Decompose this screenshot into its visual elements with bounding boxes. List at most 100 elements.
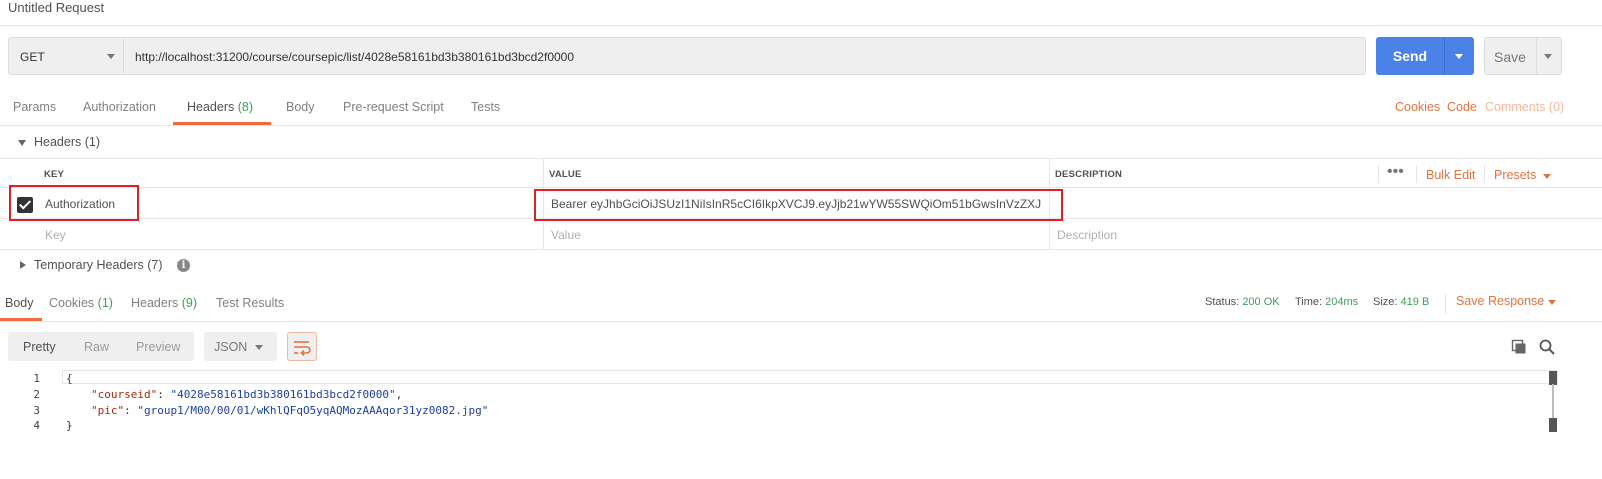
- tab-headers-label: Headers: [187, 100, 235, 114]
- method-select[interactable]: GET: [8, 37, 124, 75]
- status-separator: [1445, 294, 1446, 314]
- raw-mode-button[interactable]: Raw: [84, 340, 109, 354]
- time-label: Time:: [1295, 296, 1323, 308]
- wrap-lines-icon[interactable]: [287, 332, 317, 361]
- line-number: 2: [33, 388, 40, 401]
- pretty-mode-button[interactable]: Pretty: [23, 340, 56, 354]
- tab-cookies-label: Cookies: [49, 296, 95, 310]
- column-value: VALUE: [549, 169, 582, 180]
- time-readout: Time: 204ms: [1295, 296, 1358, 308]
- send-divider: [1444, 37, 1445, 75]
- active-tab-indicator: [173, 122, 271, 125]
- url-input[interactable]: http://localhost:31200/course/coursepic/…: [124, 37, 1366, 75]
- tab-cookies-count: (1): [97, 296, 113, 310]
- new-value-input[interactable]: Value: [551, 228, 581, 242]
- actions-separator: [1484, 165, 1485, 183]
- json-key: "courseid": [91, 388, 158, 401]
- save-label: Save: [1494, 49, 1526, 65]
- new-key-input[interactable]: Key: [45, 228, 66, 242]
- tab-body[interactable]: Body: [286, 100, 315, 114]
- more-options-icon[interactable]: •••: [1387, 163, 1404, 181]
- status-readout: Status: 200 OK: [1205, 296, 1280, 308]
- format-select[interactable]: JSON: [204, 332, 277, 361]
- tab-pre-request-script[interactable]: Pre-request Script: [343, 100, 444, 114]
- tab-tests[interactable]: Tests: [471, 100, 500, 114]
- new-description-input[interactable]: Description: [1057, 228, 1117, 242]
- response-tabs: Body Cookies (1) Headers (9) Test Result…: [0, 288, 1602, 322]
- presets-button[interactable]: Presets: [1494, 168, 1536, 182]
- headers-table-header: KEY VALUE DESCRIPTION ••• Bulk Edit Pres…: [0, 158, 1602, 188]
- column-key: KEY: [44, 169, 65, 180]
- chevron-down-icon: [107, 54, 115, 59]
- tab-test-results[interactable]: Test Results: [216, 296, 284, 310]
- comments-link[interactable]: Comments (0): [1485, 100, 1564, 114]
- code-line: "pic": "group1/M00/00/01/wKhlQFqO5yqAQMo…: [91, 404, 489, 417]
- size-value: 419 B: [1400, 296, 1430, 308]
- tab-response-headers[interactable]: Headers (9): [131, 296, 197, 310]
- headers-section-title: Headers (1): [34, 135, 100, 149]
- scrollbar-thumb[interactable]: [1549, 371, 1557, 385]
- response-body-viewer[interactable]: 1 2 3 4 { "courseid": "4028e58161bd3b380…: [0, 370, 1602, 479]
- caret-down-icon: [18, 140, 26, 146]
- cookies-link[interactable]: Cookies: [1395, 100, 1440, 114]
- line-number: 3: [33, 404, 40, 417]
- line-number: 1: [33, 372, 40, 385]
- chevron-down-icon[interactable]: [1548, 300, 1556, 305]
- actions-separator: [1416, 165, 1417, 183]
- tab-params[interactable]: Params: [13, 100, 56, 114]
- scrollbar-marker: [1549, 418, 1557, 432]
- actions-separator: [1378, 165, 1379, 183]
- send-button[interactable]: Send: [1376, 37, 1474, 75]
- status-label: Status:: [1205, 296, 1240, 308]
- json-key: "pic": [91, 404, 125, 417]
- bulk-edit-button[interactable]: Bulk Edit: [1426, 168, 1475, 182]
- save-options-chevron-icon[interactable]: [1544, 54, 1552, 59]
- code-link[interactable]: Code: [1447, 100, 1477, 114]
- active-response-tab-indicator: [0, 318, 42, 321]
- caret-right-icon: [20, 261, 26, 269]
- save-button[interactable]: Save: [1484, 37, 1562, 75]
- info-icon[interactable]: i: [177, 259, 190, 272]
- active-line-highlight: [62, 370, 1558, 384]
- column-description: DESCRIPTION: [1055, 169, 1123, 180]
- time-value: 204ms: [1325, 296, 1359, 308]
- line-number: 4: [33, 419, 40, 432]
- code-line: "courseid": "4028e58161bd3b380161bd3bcd2…: [91, 388, 403, 401]
- response-toolbar: Pretty Raw Preview JSON: [8, 332, 1602, 362]
- tab-headers-count: (8): [237, 100, 254, 114]
- tab-response-cookies[interactable]: Cookies (1): [49, 296, 113, 310]
- json-value: "group1/M00/00/01/wKhlQFqO5yqAQMozAAAqor…: [137, 404, 489, 417]
- headers-section-toggle[interactable]: Headers (1): [0, 128, 1602, 158]
- url-row: GET http://localhost:31200/course/course…: [8, 37, 1602, 77]
- tab-authorization[interactable]: Authorization: [83, 100, 156, 114]
- copy-icon[interactable]: [1511, 339, 1527, 355]
- code-line: {: [66, 372, 73, 385]
- tab-resp-headers-label: Headers: [131, 296, 179, 310]
- authorization-key-highlight: [9, 185, 139, 221]
- json-comma: ,: [395, 388, 403, 401]
- tab-resp-headers-count: (9): [181, 296, 198, 310]
- tab-response-body[interactable]: Body: [5, 296, 34, 310]
- send-label: Send: [1392, 48, 1428, 64]
- code-line: }: [66, 419, 73, 432]
- preview-mode-button[interactable]: Preview: [136, 340, 180, 354]
- request-tabs: Params Authorization Headers (8) Body Pr…: [0, 92, 1602, 126]
- chevron-down-icon: [255, 345, 263, 350]
- temporary-headers-title: Temporary Headers (7): [34, 258, 163, 272]
- send-options-chevron-icon[interactable]: [1455, 54, 1463, 59]
- url-text: http://localhost:31200/course/coursepic/…: [135, 50, 575, 64]
- save-divider: [1536, 38, 1537, 74]
- request-title[interactable]: Untitled Request: [8, 0, 104, 15]
- temporary-headers-toggle[interactable]: Temporary Headers (7) i: [0, 251, 1602, 281]
- format-label: JSON: [214, 340, 248, 354]
- chevron-down-icon: [1543, 174, 1551, 179]
- size-readout: Size: 419 B: [1373, 296, 1429, 308]
- tab-headers[interactable]: Headers (8): [187, 100, 253, 114]
- json-value: "4028e58161bd3b380161bd3bcd2f0000": [170, 388, 396, 401]
- search-icon[interactable]: [1538, 338, 1556, 356]
- scrollbar-track[interactable]: [1552, 384, 1554, 418]
- save-response-button[interactable]: Save Response: [1456, 294, 1544, 308]
- header-new-row: Key Value Description: [0, 219, 1602, 250]
- view-mode-switch: Pretty Raw Preview: [8, 332, 194, 361]
- authorization-value-highlight: [534, 189, 1063, 221]
